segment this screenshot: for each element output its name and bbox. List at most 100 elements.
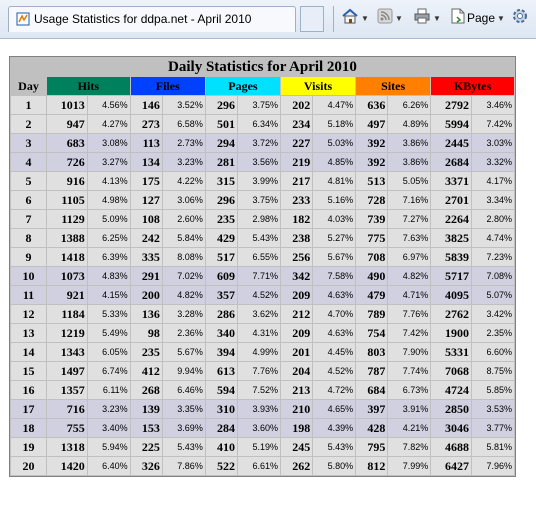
files-percent: 5.84%: [162, 229, 205, 247]
sites-percent: 6.26%: [388, 96, 431, 114]
files-percent: 3.06%: [162, 191, 205, 209]
hits-value: 726: [47, 153, 87, 171]
sites-value: 795: [356, 438, 388, 456]
pages-percent: 7.76%: [238, 362, 280, 380]
files-value: 139: [130, 400, 162, 418]
feeds-button[interactable]: ▼: [377, 8, 403, 28]
day-cell: 12: [11, 305, 47, 323]
kbytes-value: 5994: [431, 115, 471, 133]
tools-icon: [511, 7, 529, 30]
pages-value: 294: [205, 134, 238, 152]
sites-value: 392: [356, 153, 388, 171]
kbytes-percent: 2.80%: [472, 210, 514, 228]
visits-value: 212: [280, 305, 313, 323]
table-row: 17 716 3.23% 139 3.35% 310 3.93% 210 4.65% 397 3.9…: [11, 400, 514, 418]
sites-percent: 3.86%: [388, 153, 431, 171]
files-percent: 6.58%: [162, 115, 205, 133]
visits-percent: 4.63%: [313, 286, 356, 304]
kbytes-value: 2445: [431, 134, 471, 152]
files-value: 175: [130, 172, 162, 190]
files-value: 273: [130, 115, 162, 133]
hits-percent: 6.40%: [87, 457, 130, 475]
pages-percent: 3.72%: [238, 134, 280, 152]
visits-percent: 4.47%: [313, 96, 356, 114]
visits-value: 342: [280, 267, 313, 285]
feeds-icon: [377, 8, 393, 29]
kbytes-value: 3371: [431, 172, 471, 190]
files-percent: 8.08%: [162, 248, 205, 266]
sites-value: 775: [356, 229, 388, 247]
files-value: 412: [130, 362, 162, 380]
table-row: 18 755 3.40% 153 3.69% 284 3.60% 198 4.39% 428 4.2…: [11, 419, 514, 437]
visits-value: 262: [280, 457, 313, 475]
pages-percent: 7.52%: [238, 381, 280, 399]
sites-value: 397: [356, 400, 388, 418]
home-button[interactable]: ▼: [341, 8, 369, 28]
pages-value: 281: [205, 153, 238, 171]
pages-value: 284: [205, 419, 238, 437]
pages-value: 235: [205, 210, 238, 228]
kbytes-value: 1900: [431, 324, 471, 342]
page-menu-button[interactable]: Page ▼: [451, 8, 505, 28]
new-tab-button[interactable]: [300, 6, 324, 32]
hits-percent: 4.98%: [87, 191, 130, 209]
pages-value: 340: [205, 324, 238, 342]
pages-percent: 4.99%: [238, 343, 280, 361]
sites-percent: 7.74%: [388, 362, 431, 380]
hits-percent: 4.83%: [87, 267, 130, 285]
print-button[interactable]: ▼: [413, 8, 441, 28]
kbytes-value: 2701: [431, 191, 471, 209]
visits-value: 202: [280, 96, 313, 114]
hits-percent: 3.23%: [87, 400, 130, 418]
kbytes-percent: 3.34%: [472, 191, 514, 209]
table-row: 11 921 4.15% 200 4.82% 357 4.52% 209 4.63% 479 4.7…: [11, 286, 514, 304]
chevron-down-icon: ▼: [497, 13, 505, 23]
sites-percent: 7.76%: [388, 305, 431, 323]
browser-tab[interactable]: Usage Statistics for ddpa.net - April 20…: [8, 6, 296, 32]
table-row: 6 1105 4.98% 127 3.06% 296 3.75% 233 5.16% 728 7.1…: [11, 191, 514, 209]
kbytes-value: 7068: [431, 362, 471, 380]
sites-percent: 7.16%: [388, 191, 431, 209]
kbytes-value: 5331: [431, 343, 471, 361]
pages-value: 410: [205, 438, 238, 456]
day-cell: 3: [11, 134, 47, 152]
kbytes-value: 4095: [431, 286, 471, 304]
files-value: 291: [130, 267, 162, 285]
pages-percent: 3.56%: [238, 153, 280, 171]
kbytes-value: 4688: [431, 438, 471, 456]
hits-value: 1388: [47, 229, 87, 247]
hits-percent: 6.25%: [87, 229, 130, 247]
files-value: 225: [130, 438, 162, 456]
files-value: 127: [130, 191, 162, 209]
pages-percent: 4.52%: [238, 286, 280, 304]
header-files: Files: [130, 77, 205, 95]
kbytes-value: 5717: [431, 267, 471, 285]
tools-button[interactable]: [511, 8, 529, 28]
kbytes-value: 3825: [431, 229, 471, 247]
pages-percent: 6.34%: [238, 115, 280, 133]
visits-value: 213: [280, 381, 313, 399]
day-cell: 2: [11, 115, 47, 133]
day-cell: 7: [11, 210, 47, 228]
kbytes-percent: 4.17%: [472, 172, 514, 190]
kbytes-percent: 8.75%: [472, 362, 514, 380]
files-percent: 2.36%: [162, 324, 205, 342]
hits-percent: 3.08%: [87, 134, 130, 152]
visits-value: 182: [280, 210, 313, 228]
hits-value: 1105: [47, 191, 87, 209]
files-percent: 2.60%: [162, 210, 205, 228]
sites-percent: 4.71%: [388, 286, 431, 304]
pages-value: 429: [205, 229, 238, 247]
hits-percent: 3.40%: [87, 419, 130, 437]
visits-value: 256: [280, 248, 313, 266]
kbytes-percent: 7.08%: [472, 267, 514, 285]
files-value: 242: [130, 229, 162, 247]
hits-percent: 4.13%: [87, 172, 130, 190]
kbytes-percent: 4.74%: [472, 229, 514, 247]
daily-stats-container: Daily Statistics for April 2010 Day Hits…: [9, 56, 516, 477]
hits-value: 1013: [47, 96, 87, 114]
chevron-down-icon: ▼: [433, 13, 441, 23]
visits-percent: 4.70%: [313, 305, 356, 323]
hits-value: 755: [47, 419, 87, 437]
pages-percent: 3.93%: [238, 400, 280, 418]
